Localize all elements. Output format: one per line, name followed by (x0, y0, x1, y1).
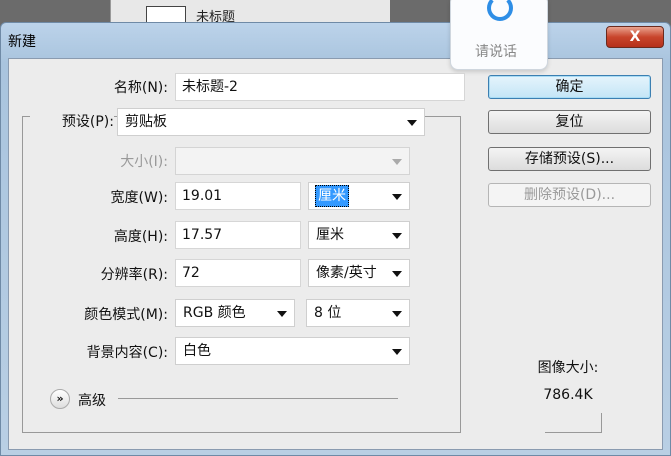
background-contents-select[interactable]: 白色 (175, 337, 410, 365)
background-contents-label: 背景内容(C): (86, 345, 168, 361)
color-mode-value: RGB 颜色 (183, 305, 246, 321)
image-size-box (545, 413, 602, 433)
resolution-label: 分辨率(R): (100, 267, 168, 283)
chevron-down-icon (392, 311, 402, 317)
name-label: 名称(N): (113, 80, 168, 96)
chevron-down-icon (277, 311, 287, 317)
chevron-down-icon (392, 349, 402, 355)
preset-value: 剪贴板 (125, 114, 167, 130)
bit-depth-value: 8 位 (314, 305, 342, 321)
name-input[interactable]: 未标题-2 (175, 73, 465, 101)
chevron-down-icon (392, 233, 402, 239)
resolution-input[interactable]: 72 (175, 259, 301, 287)
height-unit-value: 厘米 (316, 227, 344, 243)
chevron-down-icon (392, 271, 402, 277)
chevron-down-icon (392, 194, 402, 200)
color-mode-label: 颜色模式(M): (84, 307, 168, 323)
width-unit-value: 厘米 (315, 185, 349, 207)
preset-select[interactable]: 剪贴板 (117, 108, 425, 136)
advanced-divider (118, 398, 398, 399)
preset-label: 预设(P): (30, 108, 114, 136)
voice-label: 请说话 (475, 44, 517, 60)
chevron-down-icon (407, 120, 417, 126)
width-input[interactable]: 19.01 (175, 182, 301, 210)
image-size-value: 786.4K (543, 387, 593, 403)
chevron-down-icon (392, 159, 402, 165)
voice-input-popup[interactable]: 请说话 (450, 0, 548, 70)
bit-depth-select[interactable]: 8 位 (306, 299, 410, 327)
image-size-label: 图像大小: (537, 360, 599, 376)
height-label: 高度(H): (113, 229, 168, 245)
ok-button[interactable]: 确定 (488, 75, 651, 99)
dialog-title: 新建 (8, 34, 36, 50)
color-mode-select[interactable]: RGB 颜色 (175, 299, 295, 327)
resolution-unit-value: 像素/英寸 (316, 265, 377, 281)
advanced-label[interactable]: 高级 (78, 390, 106, 410)
save-preset-button[interactable]: 存储预设(S)... (488, 147, 651, 171)
reset-button[interactable]: 复位 (488, 110, 651, 134)
size-label: 大小(I): (120, 154, 168, 170)
delete-preset-button: 删除预设(D)... (488, 183, 651, 207)
advanced-expand-icon[interactable]: » (50, 389, 70, 409)
size-select (175, 147, 410, 175)
close-button[interactable]: X (606, 26, 664, 48)
resolution-unit-select[interactable]: 像素/英寸 (308, 259, 410, 287)
height-input[interactable]: 17.57 (175, 221, 301, 249)
height-unit-select[interactable]: 厘米 (308, 221, 410, 249)
width-unit-select[interactable]: 厘米 (308, 182, 410, 210)
microphone-icon (487, 0, 513, 21)
background-contents-value: 白色 (183, 343, 211, 359)
width-label: 宽度(W): (110, 190, 168, 206)
